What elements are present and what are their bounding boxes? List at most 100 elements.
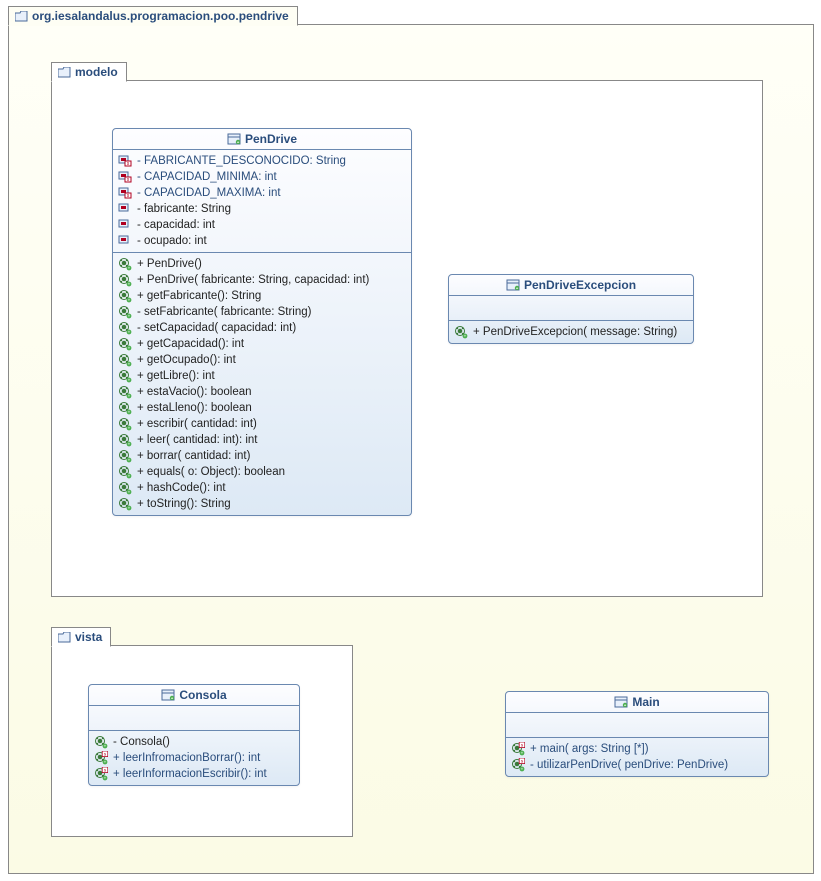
method-icon: +: [118, 257, 132, 271]
field-text: - CAPACIDAD_MINIMA: int: [137, 170, 277, 185]
class-consola-methods: + - Consola() +s + leerInfromacionBorrar():…: [89, 731, 299, 785]
method-text: + toString(): String: [137, 497, 231, 512]
svg-text:+: +: [128, 346, 131, 351]
method-icon: +: [118, 497, 132, 511]
class-consola-header: + Consola: [89, 685, 299, 706]
method-row: ++ getOcupado(): int: [118, 352, 406, 368]
method-icon: +: [118, 465, 132, 479]
class-icon: +: [227, 133, 241, 145]
method-text: - setFabricante( fabricante: String): [137, 305, 312, 320]
method-icon: +: [118, 337, 132, 351]
package-modelo: modelo + PenDrive s- FABRICANTE_DESCONOC…: [51, 80, 763, 597]
package-modelo-label: modelo: [75, 65, 118, 79]
method-text: + PenDrive( fabricante: String, capacida…: [137, 273, 369, 288]
method-icon: +: [118, 369, 132, 383]
method-text: + PenDriveExcepcion( message: String): [473, 325, 677, 340]
class-pendrive-name: PenDrive: [245, 132, 297, 146]
method-text: + leerInfromacionBorrar(): int: [113, 751, 260, 766]
method-row: ++ estaVacio(): boolean: [118, 384, 406, 400]
method-row: + + escribir( cantidad: int): [118, 416, 406, 432]
svg-text:+: +: [128, 266, 131, 271]
method-text: + main( args: String [*]): [530, 742, 649, 757]
folder-icon: [15, 11, 28, 22]
package-vista-tab: vista: [51, 627, 111, 647]
class-exception[interactable]: + PenDriveExcepcion + + PenDriveExcepcion…: [448, 274, 694, 344]
svg-text:+: +: [521, 751, 524, 756]
class-consola-fields: [89, 706, 299, 731]
static-method-icon: +s: [94, 767, 108, 781]
method-row: + + getFabricante(): String: [118, 288, 406, 304]
class-exception-fields: [449, 296, 693, 321]
method-text: + PenDrive(): [137, 257, 202, 272]
class-pendrive[interactable]: + PenDrive s- FABRICANTE_DESCONOCIDO: St…: [112, 128, 412, 516]
svg-text:+: +: [104, 744, 107, 749]
method-icon: +: [118, 449, 132, 463]
field-text: - fabricante: String: [137, 202, 231, 217]
svg-text:+: +: [128, 490, 131, 495]
method-icon: +: [118, 273, 132, 287]
method-row: + + estaLleno(): boolean: [118, 400, 406, 416]
field-row: - ocupado: int: [118, 233, 406, 249]
method-icon: +: [118, 433, 132, 447]
method-icon: +: [118, 353, 132, 367]
folder-icon: [58, 67, 71, 78]
class-main[interactable]: + Main +s+ main( args: String [*])+s- ut…: [505, 691, 769, 777]
class-consola[interactable]: + Consola + - Consola() +s + leerInfromacio…: [88, 684, 300, 786]
method-row: + + PenDrive(): [118, 256, 406, 272]
class-pendrive-methods: + + PenDrive() + + PenDrive( fabricante: St…: [113, 253, 411, 515]
method-text: + estaLleno(): boolean: [137, 401, 252, 416]
method-text: - Consola(): [113, 735, 170, 750]
svg-text:+: +: [128, 282, 131, 287]
class-exception-name: PenDriveExcepcion: [524, 278, 636, 292]
svg-text:+: +: [128, 410, 131, 415]
method-text: + borrar( cantidad: int): [137, 449, 250, 464]
method-text: + equals( o: Object): boolean: [137, 465, 285, 480]
static-field-icon: s: [118, 171, 132, 183]
field-icon: [118, 235, 132, 247]
method-row: + + PenDriveExcepcion( message: String): [454, 324, 688, 340]
method-row: +s + leerInfromacionBorrar(): int: [94, 750, 294, 766]
method-icon: +: [118, 385, 132, 399]
svg-text:+: +: [128, 426, 131, 431]
method-row: + + equals( o: Object): boolean: [118, 464, 406, 480]
method-row: +s- utilizarPenDrive( penDrive: PenDrive…: [511, 757, 763, 773]
field-icon: [118, 219, 132, 231]
method-icon: +: [118, 401, 132, 415]
static-method-icon: +s: [94, 751, 108, 765]
static-method-icon: +s: [511, 758, 525, 772]
method-text: + getLibre(): int: [137, 369, 215, 384]
package-modelo-tab: modelo: [51, 62, 127, 82]
class-main-methods: +s+ main( args: String [*])+s- utilizarP…: [506, 738, 768, 776]
static-field-icon: s: [118, 187, 132, 199]
method-icon: +: [118, 321, 132, 335]
svg-text:+: +: [128, 298, 131, 303]
field-row: - fabricante: String: [118, 201, 406, 217]
svg-text:+: +: [464, 334, 467, 339]
method-text: + escribir( cantidad: int): [137, 417, 257, 432]
method-icon: +: [454, 325, 468, 339]
method-row: ++ leer( cantidad: int): int: [118, 432, 406, 448]
field-text: - CAPACIDAD_MAXIMA: int: [137, 186, 281, 201]
package-outer-label: org.iesalandalus.programacion.poo.pendri…: [32, 9, 289, 23]
svg-text:+: +: [128, 474, 131, 479]
svg-text:+: +: [128, 314, 131, 319]
class-main-fields: [506, 713, 768, 738]
method-text: + getFabricante(): String: [137, 289, 261, 304]
class-main-header: + Main: [506, 692, 768, 713]
svg-text:+: +: [128, 506, 131, 511]
method-text: + leerInformacionEscribir(): int: [113, 767, 267, 782]
field-row: s - CAPACIDAD_MAXIMA: int: [118, 185, 406, 201]
field-row: s - CAPACIDAD_MINIMA: int: [118, 169, 406, 185]
field-text: - capacidad: int: [137, 218, 215, 233]
package-outer: org.iesalandalus.programacion.poo.pendri…: [8, 24, 814, 874]
class-icon: +: [161, 689, 175, 701]
class-pendrive-header: + PenDrive: [113, 129, 411, 150]
class-exception-header: + PenDriveExcepcion: [449, 275, 693, 296]
svg-text:+: +: [128, 442, 131, 447]
method-row: +s+ main( args: String [*]): [511, 741, 763, 757]
method-row: +- setCapacidad( capacidad: int): [118, 320, 406, 336]
class-main-name: Main: [632, 695, 659, 709]
method-row: ++ getCapacidad(): int: [118, 336, 406, 352]
class-consola-name: Consola: [179, 688, 226, 702]
svg-text:+: +: [128, 458, 131, 463]
